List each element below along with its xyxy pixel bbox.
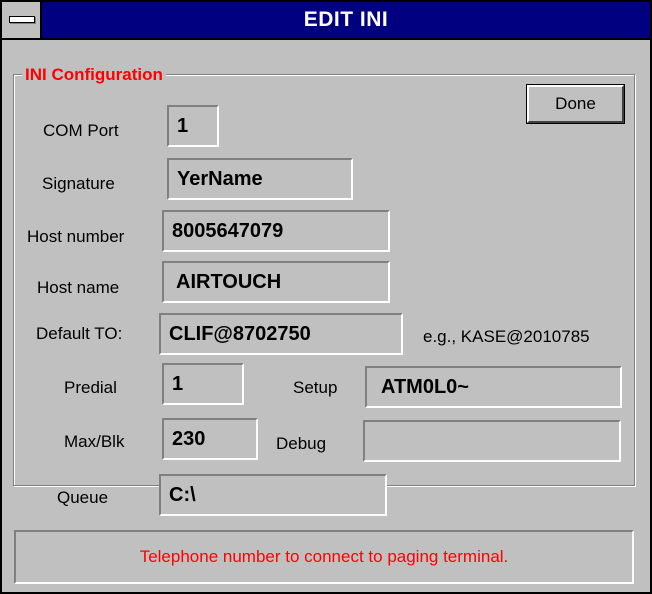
- debug-field[interactable]: [363, 420, 621, 462]
- done-button[interactable]: Done: [526, 84, 625, 124]
- queue-field[interactable]: C:\: [159, 474, 387, 516]
- host-name-label: Host name: [37, 278, 120, 297]
- max-blk-label: Max/Blk: [64, 432, 125, 451]
- max-blk-field[interactable]: 230: [162, 418, 258, 460]
- system-menu-icon: [9, 16, 35, 23]
- signature-label: Signature: [42, 174, 115, 193]
- queue-label: Queue: [57, 488, 109, 507]
- signature-field[interactable]: YerName: [167, 158, 353, 200]
- group-title: INI Configuration: [22, 65, 166, 85]
- system-menu-button[interactable]: [2, 2, 42, 38]
- predial-field[interactable]: 1: [162, 363, 244, 405]
- setup-field[interactable]: ATM0L0~: [365, 366, 622, 408]
- com-port-label: COM Port: [43, 121, 119, 140]
- host-number-label: Host number: [27, 227, 125, 246]
- window-title: EDIT INI: [303, 8, 389, 31]
- host-number-field[interactable]: 8005647079: [162, 210, 390, 252]
- status-bar: Telephone number to connect to paging te…: [14, 530, 634, 584]
- com-port-field[interactable]: 1: [167, 105, 219, 147]
- setup-label: Setup: [293, 378, 338, 397]
- debug-label: Debug: [276, 434, 327, 453]
- title-bar: EDIT INI: [2, 2, 650, 40]
- default-to-hint: e.g., KASE@2010785: [423, 327, 590, 346]
- default-to-label: Default TO:: [36, 324, 123, 343]
- predial-label: Predial: [64, 378, 117, 397]
- default-to-field[interactable]: CLIF@8702750: [159, 313, 403, 355]
- host-name-field[interactable]: AIRTOUCH: [162, 261, 390, 303]
- edit-ini-window: EDIT INI INI Configuration Done COM Port…: [0, 0, 652, 594]
